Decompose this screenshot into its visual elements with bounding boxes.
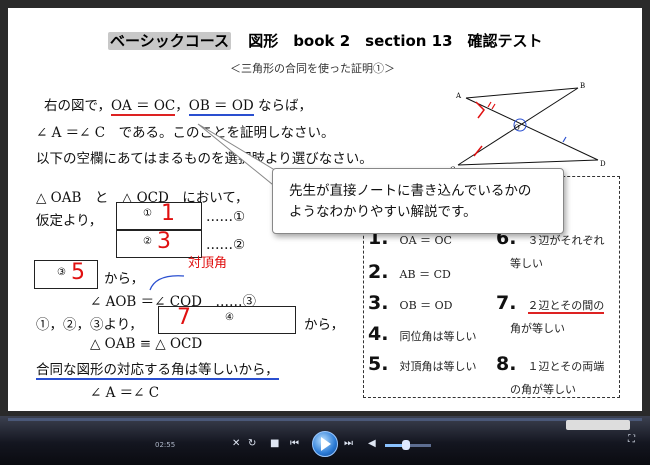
choice-2[interactable]: 2. AB ＝ CD (368, 261, 451, 283)
kara-text: から， (104, 271, 145, 287)
triangle-figure: A B O C D (450, 82, 606, 174)
previous-icon[interactable]: ⏮ (290, 438, 299, 449)
choice-3[interactable]: 3. OB ＝ OD (368, 292, 452, 314)
media-player-window: ベーシックコース 図形 book 2 section 13 確認テスト ＜三角形… (0, 0, 650, 465)
label-b: B (580, 82, 585, 90)
label-a: A (455, 92, 462, 100)
kara-text-2: から， (304, 317, 345, 333)
handwritten-answer-2: 3 (157, 229, 171, 254)
proof-congruence: △ OAB ≡ △ OCD (90, 336, 203, 352)
handwritten-answer-3: 5 (71, 260, 85, 285)
page-title: ベーシックコース 図形 book 2 section 13 確認テスト (108, 30, 543, 51)
segment-ad (465, 97, 599, 161)
volume-icon[interactable]: ◀ (368, 438, 376, 449)
callout-bubble: 先生が直接ノートに書き込んでいるかの ようなわかりやすい解説です。 (272, 168, 564, 234)
proof-assume: 仮定より， (36, 213, 103, 229)
time-display: 02:55 (155, 441, 176, 449)
choice-7[interactable]: 7. ２辺とその間の 角が等しい (496, 292, 605, 336)
handwritten-arrow (149, 275, 185, 291)
handwritten-note-vertical-angles: 対頂角 (188, 256, 228, 271)
proof-from-123: ①，②，③より， (36, 317, 143, 333)
seek-bar[interactable] (8, 418, 642, 421)
dots-1: ……① (206, 209, 246, 225)
problem-line-1: 右の図で，OA ＝ OC，OB ＝ OD ならば， (44, 98, 313, 116)
fullscreen-icon[interactable]: ⛶ (628, 434, 635, 445)
choice-4[interactable]: 4. 同位角は等しい (368, 323, 477, 345)
segment-ab (465, 87, 579, 99)
volume-knob[interactable] (401, 440, 410, 450)
angle-c-mark (473, 145, 483, 157)
repeat-icon[interactable]: ↻ (248, 438, 256, 449)
answer-blank-4[interactable]: ④ 7 (158, 305, 296, 334)
label-d: D (600, 160, 606, 168)
proof-final: ∠ A ＝∠ C (90, 385, 160, 401)
choice-8[interactable]: 8. １辺とその両端 の角が等しい (496, 353, 604, 397)
handwritten-answer-4: 7 (177, 305, 191, 330)
callout-line-1: 先生が直接ノートに書き込んでいるかの (289, 183, 532, 199)
video-content: ベーシックコース 図形 book 2 section 13 確認テスト ＜三角形… (8, 8, 642, 411)
segment-cd (457, 159, 599, 166)
shuffle-icon[interactable]: ✕ (232, 438, 240, 449)
callout-line-2: ようなわかりやすい解説です。 (289, 204, 477, 220)
handwritten-answer-1: 1 (161, 201, 175, 226)
page-subtitle: ＜三角形の合同を使った証明①＞ (230, 62, 395, 75)
course-name: ベーシックコース (108, 32, 231, 50)
play-icon (321, 437, 331, 451)
answer-blank-1[interactable]: ① 1 (116, 201, 202, 230)
label-o: O (514, 124, 520, 132)
next-icon[interactable]: ⏭ (344, 438, 353, 449)
proof-conclusion: 合同な図形の対応する角は等しいから， (36, 358, 279, 380)
dots-2: ……② (206, 237, 246, 253)
answer-blank-3[interactable]: ③ 5 (34, 260, 98, 289)
choice-5[interactable]: 5. 対頂角は等しい (368, 353, 477, 375)
mini-toolbar[interactable] (566, 420, 630, 430)
stop-icon[interactable]: ■ (270, 438, 279, 449)
section-title: 図形 book 2 section 13 確認テスト (248, 32, 543, 50)
play-button[interactable] (312, 431, 338, 457)
